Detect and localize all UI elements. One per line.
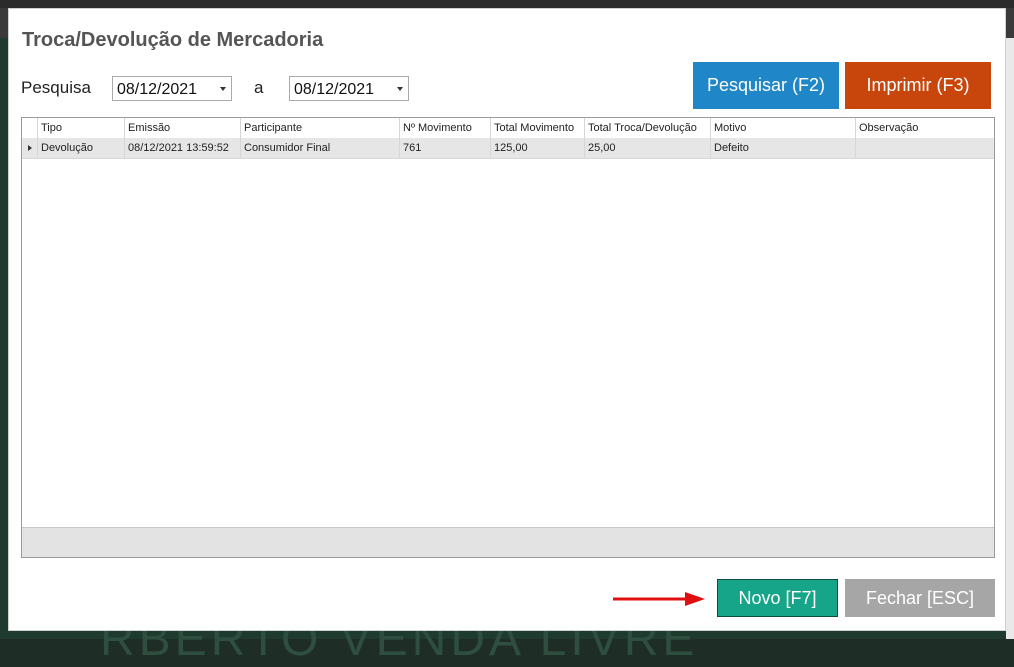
cell-motivo[interactable]: Defeito bbox=[711, 138, 856, 158]
cell-tipo[interactable]: Devolução bbox=[38, 138, 125, 158]
column-header-num-movimento[interactable]: Nº Movimento bbox=[400, 118, 491, 138]
table-row[interactable]: Devolução 08/12/2021 13:59:52 Consumidor… bbox=[22, 138, 994, 159]
column-header-participante[interactable]: Participante bbox=[241, 118, 400, 138]
column-header-tipo[interactable]: Tipo bbox=[38, 118, 125, 138]
header-indicator-cell bbox=[22, 118, 38, 138]
chevron-down-icon[interactable] bbox=[397, 87, 403, 91]
cell-total-troca[interactable]: 25,00 bbox=[585, 138, 711, 158]
triangle-right-icon bbox=[28, 145, 32, 151]
chevron-down-icon[interactable] bbox=[220, 87, 226, 91]
date-to-value: 08/12/2021 bbox=[294, 81, 375, 98]
grid-header: Tipo Emissão Participante Nº Movimento T… bbox=[22, 118, 994, 139]
date-from-value: 08/12/2021 bbox=[117, 81, 198, 98]
cell-participante[interactable]: Consumidor Final bbox=[241, 138, 400, 158]
column-header-emissao[interactable]: Emissão bbox=[125, 118, 241, 138]
background-side-panel bbox=[1006, 38, 1014, 639]
column-header-total-troca[interactable]: Total Troca/Devolução bbox=[585, 118, 711, 138]
search-button[interactable]: Pesquisar (F2) bbox=[693, 62, 839, 109]
column-header-motivo[interactable]: Motivo bbox=[711, 118, 856, 138]
close-button[interactable]: Fechar [ESC] bbox=[845, 579, 995, 617]
dialog-title: Troca/Devolução de Mercadoria bbox=[22, 29, 324, 51]
cell-emissao[interactable]: 08/12/2021 13:59:52 bbox=[125, 138, 241, 158]
grid-footer bbox=[22, 527, 994, 557]
arrow-right-icon bbox=[613, 592, 705, 606]
search-label: Pesquisa bbox=[21, 78, 91, 97]
column-header-total-movimento[interactable]: Total Movimento bbox=[491, 118, 585, 138]
date-to-picker[interactable]: 08/12/2021 bbox=[289, 76, 409, 101]
print-button[interactable]: Imprimir (F3) bbox=[845, 62, 991, 109]
row-indicator bbox=[22, 138, 38, 158]
dialog-window: Troca/Devolução de Mercadoria Pesquisa 0… bbox=[8, 8, 1006, 631]
cell-num-movimento[interactable]: 761 bbox=[400, 138, 491, 158]
date-separator-label: a bbox=[254, 78, 264, 97]
cell-total-movimento[interactable]: 125,00 bbox=[491, 138, 585, 158]
returns-grid[interactable]: Tipo Emissão Participante Nº Movimento T… bbox=[21, 117, 995, 558]
date-from-picker[interactable]: 08/12/2021 bbox=[112, 76, 232, 101]
new-button[interactable]: Novo [F7] bbox=[717, 579, 838, 617]
column-header-observacao[interactable]: Observação bbox=[856, 118, 994, 138]
cell-observacao[interactable] bbox=[856, 138, 994, 158]
